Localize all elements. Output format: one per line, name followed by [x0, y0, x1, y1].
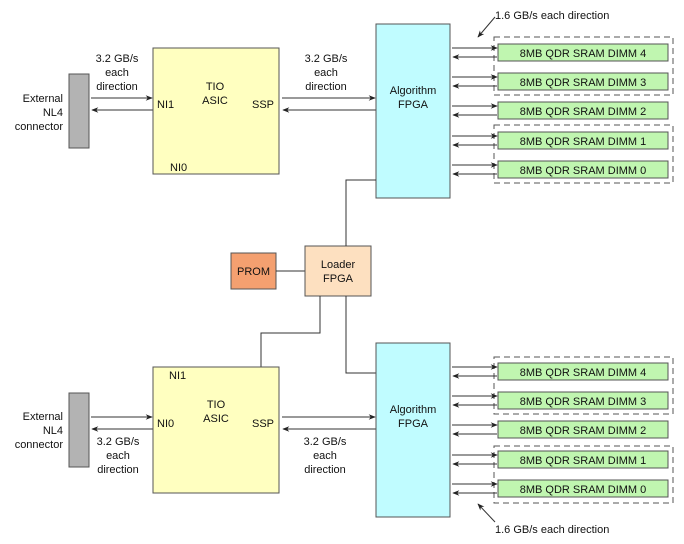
bottom-dimm-label: 8MB QDR SRAM DIMM 4 — [520, 367, 647, 379]
system-block-diagram: External NL4 connector 3.2 GB/s each dir… — [15, 10, 674, 536]
loader-fpga — [304, 245, 372, 297]
loader-section: PROM Loader FPGA — [230, 179, 376, 374]
bottom-fpga-label-1: Algorithm — [390, 404, 436, 416]
top-fpga-label-2: FPGA — [398, 99, 429, 111]
bottom-connector-label-1: External — [23, 411, 63, 423]
bottom-dimm-label: 8MB QDR SRAM DIMM 3 — [520, 396, 647, 408]
bottom-tio-label-1: TIO — [207, 399, 226, 411]
bottom-port-ni0: NI0 — [157, 418, 174, 430]
bottom-dimm-label: 8MB QDR SRAM DIMM 1 — [520, 455, 647, 467]
top-fpga-label-1: Algorithm — [390, 85, 436, 97]
top-dimm-label: 8MB QDR SRAM DIMM 3 — [520, 77, 647, 89]
bottom-tio-label-2: ASIC — [203, 413, 229, 425]
top-link-left-label-1: 3.2 GB/s — [96, 53, 139, 65]
top-dimm-bandwidth-note: 1.6 GB/s each direction — [495, 10, 609, 22]
bottom-algorithm-fpga — [375, 342, 451, 518]
top-node: External NL4 connector 3.2 GB/s each dir… — [15, 10, 674, 199]
top-link-left-label-3: direction — [96, 81, 138, 93]
loader-label-2: FPGA — [323, 273, 354, 285]
bottom-link-right-label-2: each — [313, 450, 337, 462]
top-port-ni1: NI1 — [157, 99, 174, 111]
top-dimm-label: 8MB QDR SRAM DIMM 1 — [520, 136, 647, 148]
bottom-tio-asic — [152, 366, 280, 494]
bottom-connector-label-3: connector — [15, 439, 64, 451]
top-connector-label-2: NL4 — [43, 107, 63, 119]
bottom-link-left-label-2: each — [106, 450, 130, 462]
top-link-right-label-2: each — [314, 67, 338, 79]
top-connector-label-3: connector — [15, 121, 64, 133]
top-connector-label-1: External — [23, 93, 63, 105]
bottom-connector-label-2: NL4 — [43, 425, 63, 437]
top-dimm-label: 8MB QDR SRAM DIMM 2 — [520, 106, 647, 118]
top-bandwidth-pointer-arrow — [477, 16, 496, 38]
bottom-bandwidth-pointer-arrow — [477, 503, 496, 523]
loader-to-top-fpga-link — [345, 179, 376, 246]
top-dimm-label: 8MB QDR SRAM DIMM 4 — [520, 48, 647, 60]
bottom-port-ni1: NI1 — [169, 370, 186, 382]
bottom-link-left-label-3: direction — [97, 464, 139, 476]
bottom-nl4-connector — [68, 392, 90, 468]
bottom-link-right-label-3: direction — [304, 464, 346, 476]
top-link-left-label-2: each — [105, 67, 129, 79]
top-dimm-list: 8MB QDR SRAM DIMM 4 8MB QDR SRAM DIMM 3 8M… — [452, 43, 669, 179]
top-tio-label-1: TIO — [206, 81, 225, 93]
top-tio-asic — [152, 47, 280, 175]
loader-to-bottom-fpga-link — [345, 296, 376, 374]
bottom-port-ssp: SSP — [252, 418, 274, 430]
bottom-link-left-label-1: 3.2 GB/s — [97, 436, 140, 448]
prom-label: PROM — [237, 266, 270, 278]
bottom-fpga-label-2: FPGA — [398, 418, 429, 430]
top-link-right-label-1: 3.2 GB/s — [305, 53, 348, 65]
bottom-dimm-bandwidth-note: 1.6 GB/s each direction — [495, 524, 609, 536]
top-port-ssp: SSP — [252, 99, 274, 111]
top-link-right-label-3: direction — [305, 81, 347, 93]
bottom-dimm-list: 8MB QDR SRAM DIMM 4 8MB QDR SRAM DIMM 3 8M… — [452, 362, 669, 498]
bottom-dimm-label: 8MB QDR SRAM DIMM 0 — [520, 484, 647, 496]
loader-to-bottom-tio-link — [260, 296, 321, 367]
loader-label-1: Loader — [321, 259, 356, 271]
top-tio-label-2: ASIC — [202, 95, 228, 107]
bottom-node: External NL4 connector 3.2 GB/s each dir… — [15, 342, 674, 536]
top-port-ni0: NI0 — [170, 162, 187, 174]
bottom-dimm-label: 8MB QDR SRAM DIMM 2 — [520, 425, 647, 437]
top-nl4-connector — [68, 73, 90, 149]
bottom-link-right-label-1: 3.2 GB/s — [304, 436, 347, 448]
top-dimm-label: 8MB QDR SRAM DIMM 0 — [520, 165, 647, 177]
top-algorithm-fpga — [375, 23, 451, 199]
